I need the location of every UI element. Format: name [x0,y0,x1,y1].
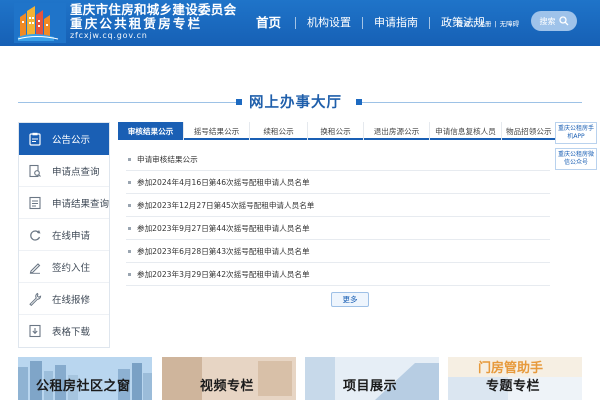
list-item-title[interactable]: 申请审核结果公示 [137,154,198,165]
section-title-bar: 网上办事大厅 [0,86,600,122]
user-links: 登录 | 注册 | 无障碍 [457,18,520,28]
sidebar-item-label: 公告公示 [52,135,91,146]
list-item-title[interactable]: 参加2023年9月27日第44次摇号配租申请人员名单 [137,223,310,234]
wechat-account-card[interactable]: 重庆公租房微信公众号 [555,148,597,170]
city-logo-icon[interactable] [14,3,66,43]
sidebar-item-label: 申请结果查询 [52,198,110,210]
title-line-left [18,102,238,103]
sidebar-item-label: 在线报修 [52,294,91,306]
sidebar-item-online-repair[interactable]: 在线报修 [19,283,109,315]
banner-video[interactable]: 视频专栏 [162,357,296,400]
feature-banners: 公租房社区之窗 视频专栏 项目展示 门房管助手 专题专栏 [0,357,600,400]
tab-lottery-results[interactable]: 摇号结果公示 [184,122,250,140]
sidebar-item-label: 申请点查询 [52,166,100,178]
tab-lost-found[interactable]: 物品招领公示 [502,122,558,140]
list-bullet [128,203,131,207]
clipboard-icon [27,131,43,147]
tab-review-results[interactable]: 审核结果公示 [118,122,184,140]
list-item-title[interactable]: 参加2024年4月16日第46次摇号配租申请人员名单 [137,177,310,188]
announcement-panel: 审核结果公示 摇号结果公示 续租公示 换租公示 退出房源公示 申请信息复核人员 … [118,122,558,348]
list-item[interactable]: 参加2023年9月27日第44次摇号配租申请人员名单 [126,217,550,240]
tab-lease-renewal[interactable]: 续租公示 [250,122,308,140]
link-divider: | [492,20,499,28]
sidebar-item-label: 签约入住 [52,262,91,274]
sidebar-item-online-apply[interactable]: 在线申请 [19,219,109,251]
list-bullet [128,249,131,253]
download-icon [27,323,43,339]
list-item-title[interactable]: 参加2023年3月29日第42次摇号配租申请人员名单 [137,269,310,280]
banner-label: 视频专栏 [200,379,255,394]
banner-label: 专题专栏 [486,379,541,394]
mobile-app-label: 重庆公租房手机APP [557,125,594,140]
site-header: 重庆市住房和城乡建设委员会 重庆公共租赁房专栏 zfcxjw.cq.gov.cn… [0,0,600,46]
wrench-icon [27,291,43,307]
wechat-account-label: 重庆公租房微信公众号 [557,151,594,166]
document-check-icon [27,195,43,211]
list-bullet [128,272,131,276]
tab-exit-housing[interactable]: 退出房源公示 [364,122,430,140]
announcement-tabs: 审核结果公示 摇号结果公示 续租公示 换租公示 退出房源公示 申请信息复核人员 … [118,122,558,140]
housing-assistant-watermark: 门房管助手 [478,361,544,376]
list-item-title[interactable]: 参加2023年12月27日第45次摇号配租申请人员名单 [137,200,314,211]
sidebar-item-form-download[interactable]: 表格下载 [19,315,109,347]
list-item[interactable]: 参加2023年12月27日第45次摇号配租申请人员名单 [126,194,550,217]
banner-community-window[interactable]: 公租房社区之窗 [18,357,152,400]
section-title: 网上办事大厅 [249,95,342,111]
list-bullet [128,226,131,230]
list-item[interactable]: 申请审核结果公示 [126,148,550,171]
brand-url: zfcxjw.cq.gov.cn [70,31,148,40]
list-item-title[interactable]: 参加2023年6月28日第43次摇号配租申请人员名单 [137,246,310,257]
brand-title: 重庆市住房和城乡建设委员会 [70,2,237,17]
sidebar-item-label: 在线申请 [52,230,91,242]
nav-apply-guide[interactable]: 申请指南 [363,0,429,46]
register-link[interactable]: 注册 [478,20,491,28]
banner-project-showcase[interactable]: 项目展示 [305,357,439,400]
document-search-icon [27,163,43,179]
brand-subtitle: 重庆公共租赁房专栏 [70,16,203,31]
banner-label: 公租房社区之窗 [36,379,131,394]
nav-home[interactable]: 首页 [248,0,295,46]
title-marker-left [236,99,242,105]
sidebar-item-announcements[interactable]: 公告公示 [19,123,109,155]
tab-lease-exchange[interactable]: 换租公示 [308,122,364,140]
nav-organization[interactable]: 机构设置 [296,0,362,46]
banner-special-topics[interactable]: 门房管助手 专题专栏 [448,357,582,400]
refresh-icon [27,227,43,243]
sidebar-item-label: 表格下载 [52,327,91,338]
service-sidebar: 公告公示 申请点查询 申请结果查询 在线申请 签约入住 在线报修 表格下载 [18,122,110,348]
pen-icon [27,259,43,275]
list-item[interactable]: 参加2024年4月16日第46次摇号配租申请人员名单 [126,171,550,194]
search-icon [558,16,568,26]
accessibility-link[interactable]: 无障碍 [500,20,520,28]
search-button[interactable]: 搜索 [531,11,577,31]
sidebar-item-application-point[interactable]: 申请点查询 [19,155,109,187]
banner-label: 项目展示 [343,379,398,394]
list-item[interactable]: 参加2023年3月29日第42次摇号配租申请人员名单 [126,263,550,286]
list-bullet [128,180,131,184]
brand-block[interactable]: 重庆市住房和城乡建设委员会 重庆公共租赁房专栏 zfcxjw.cq.gov.cn [70,3,236,41]
mobile-app-card[interactable]: 重庆公租房手机APP [555,122,597,144]
announcement-list: 申请审核结果公示 参加2024年4月16日第46次摇号配租申请人员名单 参加20… [126,148,550,286]
link-divider: | [471,20,478,28]
more-button[interactable]: 更多 [331,292,369,307]
sidebar-item-sign-move-in[interactable]: 签约入住 [19,251,109,283]
login-link[interactable]: 登录 [457,20,470,28]
sidebar-item-application-result[interactable]: 申请结果查询 [19,187,109,219]
tab-info-review-staff[interactable]: 申请信息复核人员 [430,122,502,140]
list-item[interactable]: 参加2023年6月28日第43次摇号配租申请人员名单 [126,240,550,263]
list-bullet [128,157,131,161]
title-line-right [362,102,582,103]
search-label: 搜索 [539,16,556,26]
